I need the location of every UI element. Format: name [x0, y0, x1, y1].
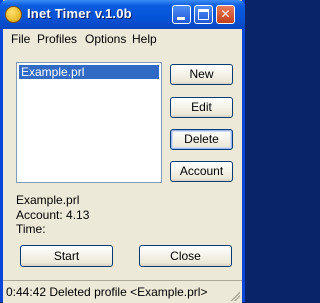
new-button[interactable]: New: [170, 64, 233, 85]
menu-options[interactable]: Options: [85, 32, 126, 46]
status-bar: 0:44:42 Deleted profile <Example.prl>: [3, 280, 242, 303]
edit-button[interactable]: Edit: [170, 97, 233, 118]
status-text: 0:44:42 Deleted profile <Example.prl>: [6, 285, 208, 299]
maximize-button[interactable]: [194, 5, 213, 24]
time-label: Time:: [16, 222, 46, 236]
close-window-button[interactable]: ✕: [216, 5, 235, 24]
main-window: Inet Timer v.1.0b ✕ File Profiles Option…: [0, 0, 245, 303]
menu-profiles[interactable]: Profiles: [37, 32, 77, 46]
close-button[interactable]: Close: [139, 245, 232, 267]
menu-bar: File Profiles Options Help: [3, 29, 242, 48]
profile-name-label: Example.prl: [16, 193, 80, 207]
start-button[interactable]: Start: [20, 245, 113, 267]
window-title: Inet Timer v.1.0b: [27, 6, 132, 21]
app-icon[interactable]: [5, 6, 22, 23]
account-label: Account: 4.13: [16, 208, 90, 222]
title-bar[interactable]: Inet Timer v.1.0b ✕: [0, 0, 245, 29]
list-item[interactable]: Example.prl: [19, 65, 159, 79]
profiles-listbox[interactable]: Example.prl: [16, 62, 162, 183]
resize-grip-icon[interactable]: [228, 289, 240, 301]
menu-file[interactable]: File: [11, 32, 30, 46]
delete-button[interactable]: Delete: [170, 129, 233, 150]
menu-help[interactable]: Help: [132, 32, 157, 46]
maximize-icon: [198, 9, 209, 20]
close-icon: ✕: [220, 7, 231, 21]
account-button[interactable]: Account: [170, 161, 233, 182]
minimize-icon: [177, 17, 185, 20]
minimize-button[interactable]: [172, 5, 191, 24]
